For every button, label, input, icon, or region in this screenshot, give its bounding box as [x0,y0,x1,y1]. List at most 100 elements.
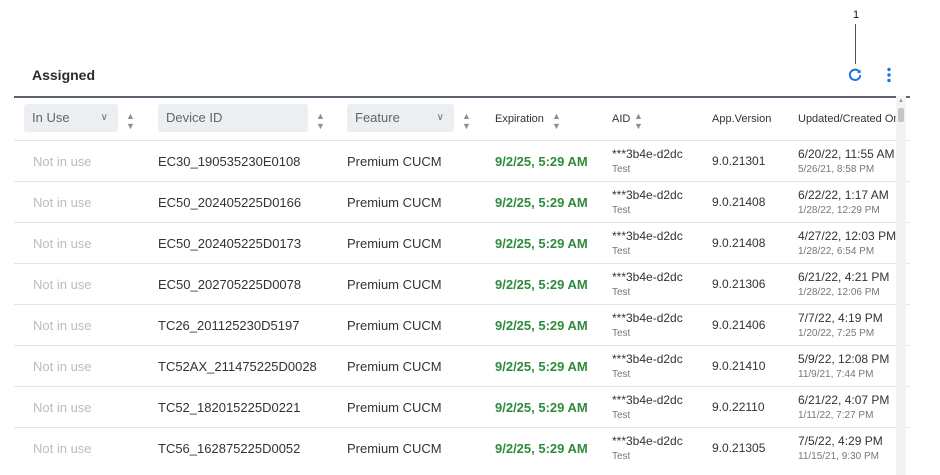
updated-cell: 6/20/22, 11:55 AM [798,147,895,161]
sort-icon[interactable]: ▲ ▼ [126,111,135,131]
table-row[interactable]: Not in use TC52AX_211475225D0028 Premium C… [14,345,910,387]
table-row[interactable]: Not in use TC56_162875225D0052 Premium CUC… [14,427,910,469]
updated-cell: 7/5/22, 4:29 PM [798,434,883,448]
sort-icon[interactable]: ▲ ▼ [462,111,471,131]
updated-cell: 4/27/22, 12:03 PM [798,229,897,243]
updated-cell: 6/21/22, 4:07 PM [798,393,890,407]
device-id-filter-input[interactable]: Device ID [158,104,308,132]
device-id-cell: TC52AX_211475225D0028 [158,359,317,374]
expiration-cell: 9/2/25, 5:29 AM [495,195,588,210]
aid-subtext: Test [612,410,631,421]
app-version-cell: 9.0.21306 [712,277,766,291]
created-cell: 1/28/22, 12:29 PM [798,205,880,216]
feature-filter-placeholder: Feature [355,110,400,125]
updated-cell: 5/9/22, 12:08 PM [798,352,890,366]
feature-cell: Premium CUCM [347,359,442,374]
chevron-down-icon: ∨ [100,112,108,123]
aid-cell: ***3b4e-d2dc [612,229,683,243]
aid-subtext: Test [612,328,631,339]
app-version-cell: 9.0.22110 [712,400,765,414]
device-id-cell: TC26_201125230D5197 [158,318,300,333]
expiration-cell: 9/2/25, 5:29 AM [495,236,588,251]
panel-header: Assigned [32,60,912,92]
created-cell: 1/20/22, 7:25 PM [798,328,875,339]
aid-cell: ***3b4e-d2dc [612,270,683,284]
created-cell: 1/28/22, 12:06 PM [798,287,880,298]
table-row[interactable]: Not in use EC50_202705225D0078 Premium CUC… [14,263,910,305]
app-version-cell: 9.0.21406 [712,318,766,332]
panel-title: Assigned [32,67,96,83]
created-cell: 1/28/22, 6:54 PM [798,246,875,257]
aid-cell: ***3b4e-d2dc [612,311,683,325]
created-cell: 1/11/22, 7:27 PM [798,410,874,421]
aid-subtext: Test [612,205,631,216]
callout-line [855,24,856,64]
created-cell: 11/9/21, 7:44 PM [798,369,874,380]
in-use-cell: Not in use [33,441,92,456]
in-use-cell: Not in use [33,195,92,210]
app-version-cell: 9.0.21408 [712,195,766,209]
expiration-cell: 9/2/25, 5:29 AM [495,154,588,169]
table-row[interactable]: Not in use EC50_202405225D0173 Premium CUC… [14,222,910,264]
device-id-cell: TC56_162875225D0052 [158,441,301,456]
in-use-cell: Not in use [33,236,92,251]
sort-icon[interactable]: ▲ ▼ [316,111,325,131]
feature-cell: Premium CUCM [347,277,442,292]
updated-cell: 6/22/22, 1:17 AM [798,188,889,202]
table-row[interactable]: Not in use TC26_201125230D5197 Premium CUC… [14,304,910,346]
feature-cell: Premium CUCM [347,318,442,333]
app-version-cell: 9.0.21305 [712,441,766,455]
aid-subtext: Test [612,164,631,175]
aid-subtext: Test [612,369,631,380]
table-row[interactable]: Not in use TC52_182015225D0221 Premium CUC… [14,386,910,428]
refresh-icon [848,68,862,81]
callout-number: 1 [852,9,860,21]
expiration-cell: 9/2/25, 5:29 AM [495,318,588,333]
sort-icon[interactable]: ▲ ▼ [552,111,561,131]
updated-cell: 6/21/22, 4:21 PM [798,270,890,284]
table-row[interactable]: Not in use EC30_190535230E0108 Premium CUC… [14,140,910,182]
expiration-cell: 9/2/25, 5:29 AM [495,359,588,374]
in-use-cell: Not in use [33,400,92,415]
in-use-cell: Not in use [33,154,92,169]
expiration-cell: 9/2/25, 5:29 AM [495,441,588,456]
table-header: In Use ∨ ▲ ▼ Device ID ▲ ▼ Feature ∨ ▲ ▼ Ex… [14,98,910,140]
aid-cell: ***3b4e-d2dc [612,434,683,448]
app-version-column-header[interactable]: App.Version [712,113,771,125]
feature-cell: Premium CUCM [347,400,442,415]
aid-subtext: Test [612,246,631,257]
feature-cell: Premium CUCM [347,441,442,456]
expiration-cell: 9/2/25, 5:29 AM [495,277,588,292]
device-id-cell: EC50_202405225D0166 [158,195,302,210]
device-id-cell: EC30_190535230E0108 [158,154,301,169]
table-row[interactable]: Not in use EC50_202405225D0166 Premium CUC… [14,181,910,223]
expiration-column-header[interactable]: Expiration [495,113,544,125]
table-scrollbar[interactable]: ▲ [896,96,906,475]
assigned-table: In Use ∨ ▲ ▼ Device ID ▲ ▼ Feature ∨ ▲ ▼ Ex… [14,96,910,475]
more-vertical-icon [887,67,891,83]
aid-subtext: Test [612,287,631,298]
sort-icon[interactable]: ▲ ▼ [634,111,643,131]
created-cell: 11/15/21, 9:30 PM [798,451,879,462]
aid-cell: ***3b4e-d2dc [612,393,683,407]
created-cell: 5/26/21, 8:58 PM [798,164,875,175]
more-options-button[interactable] [882,66,896,84]
in-use-cell: Not in use [33,359,92,374]
device-id-cell: EC50_202705225D0078 [158,277,302,292]
aid-cell: ***3b4e-d2dc [612,188,683,202]
in-use-filter-placeholder: In Use [32,110,70,125]
app-version-cell: 9.0.21408 [712,236,766,250]
aid-subtext: Test [612,451,631,462]
app-version-cell: 9.0.21410 [712,359,766,373]
aid-column-header[interactable]: AID [612,113,630,125]
device-id-filter-placeholder: Device ID [166,110,223,125]
scroll-up-icon[interactable]: ▲ [896,98,906,104]
in-use-filter-select[interactable]: In Use ∨ [24,104,118,132]
scroll-thumb[interactable] [898,108,904,122]
refresh-button[interactable] [846,66,864,84]
updated-cell: 7/7/22, 4:19 PM [798,311,883,325]
feature-filter-select[interactable]: Feature ∨ [347,104,454,132]
aid-cell: ***3b4e-d2dc [612,352,683,366]
updated-created-column-header[interactable]: Updated/Created On [798,113,900,125]
device-id-cell: EC50_202405225D0173 [158,236,302,251]
